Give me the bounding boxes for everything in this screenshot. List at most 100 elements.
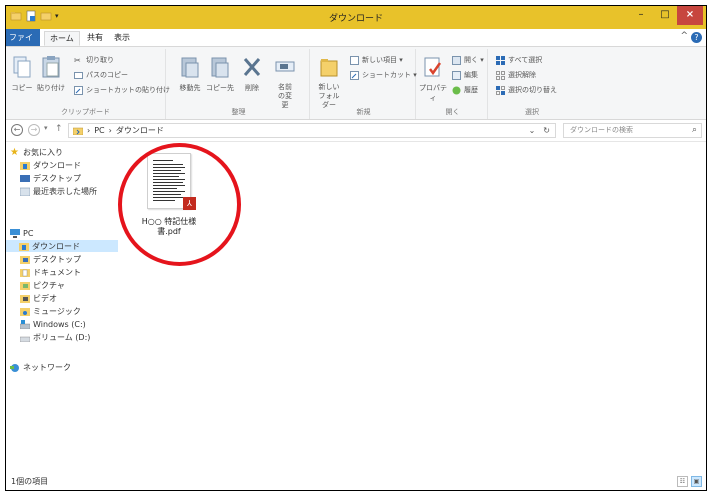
nav-pc-drive-c[interactable]: Windows (C:)	[20, 318, 86, 330]
copy-button[interactable]: コピー	[10, 55, 34, 93]
shortcut-button[interactable]: ショートカット ▾	[350, 70, 417, 80]
nav-pc-pictures[interactable]: ピクチャ	[20, 279, 65, 291]
select-all-button[interactable]: すべて選択	[496, 55, 542, 65]
ribbon-tabs: ファイル ホーム 共有 表示 ^ ?	[6, 29, 706, 59]
nav-fav-desktop[interactable]: デスクトップ	[20, 172, 81, 184]
item-count: 1個の項目	[11, 477, 49, 486]
close-button[interactable]: ×	[677, 6, 703, 25]
copy-to-label: コピー先	[206, 84, 234, 92]
invert-selection-button[interactable]: 選択の切り替え	[496, 85, 557, 95]
navigation-pane: ★ お気に入り ダウンロード デスクトップ 最近表示した場所 PC ダウンロード…	[6, 143, 118, 476]
nav-label: ダウンロード	[33, 160, 81, 170]
back-button[interactable]: ←	[11, 124, 23, 136]
select-none-icon	[496, 70, 505, 80]
rename-button[interactable]: 名前の変更	[268, 55, 302, 110]
nav-pc-desktop[interactable]: デスクトップ	[20, 253, 81, 265]
nav-pc[interactable]: PC	[10, 227, 33, 239]
nav-pc-downloads[interactable]: ダウンロード	[6, 240, 118, 252]
nav-label: ピクチャ	[33, 280, 65, 290]
new-folder-label: 新しいフォルダー	[318, 83, 340, 109]
delete-icon	[243, 58, 261, 76]
tab-file[interactable]: ファイル	[6, 29, 40, 59]
edit-button[interactable]: 編集	[452, 70, 478, 80]
move-to-button[interactable]: 移動先	[176, 55, 204, 93]
paste-button[interactable]: 貼り付け	[36, 55, 66, 93]
nav-fav-downloads[interactable]: ダウンロード	[20, 159, 81, 171]
copy-path-label: パスのコピー	[86, 71, 128, 79]
group-new: 新しいフォルダー 新しい項目 ▾ ショートカット ▾ 新規	[312, 49, 417, 119]
system-drive-icon	[20, 319, 30, 329]
open-button[interactable]: 開く ▾	[452, 55, 484, 65]
nav-label: ドキュメント	[33, 267, 81, 277]
tab-home[interactable]: ホーム	[44, 31, 80, 46]
search-input[interactable]: ダウンロードの検索 ⌕	[563, 123, 702, 138]
nav-pc-documents[interactable]: ドキュメント	[20, 266, 81, 278]
copy-label: コピー	[11, 84, 33, 92]
collapse-ribbon-button[interactable]: ^	[680, 31, 688, 41]
properties-label: プロパティ	[419, 84, 447, 102]
open-group-label: 開く	[445, 108, 460, 116]
paste-label: 貼り付け	[37, 84, 65, 92]
maximize-button[interactable]: □	[654, 6, 676, 25]
group-clipboard: コピー 貼り付け ✂ 切り取り パスのコピー ショートカットの貼り付け クリップ…	[6, 49, 170, 119]
nav-fav-recent[interactable]: 最近表示した場所	[20, 185, 97, 197]
refresh-icon[interactable]: ↻	[543, 126, 550, 135]
forward-button[interactable]: →	[28, 124, 40, 136]
tab-share[interactable]: 共有	[82, 31, 108, 46]
nav-label: デスクトップ	[33, 173, 81, 183]
nav-pc-music[interactable]: ミュージック	[20, 305, 81, 317]
new-folder-button[interactable]: 新しいフォルダー	[314, 55, 344, 110]
tab-view[interactable]: 表示	[109, 31, 135, 46]
nav-network[interactable]: ネットワーク	[10, 361, 71, 373]
star-icon: ★	[10, 146, 19, 158]
cut-label: 切り取り	[86, 56, 114, 64]
new-item-button[interactable]: 新しい項目 ▾	[350, 55, 403, 65]
paste-shortcut-button[interactable]: ショートカットの貼り付け	[74, 85, 170, 95]
breadcrumb-separator: ›	[87, 126, 91, 135]
select-none-button[interactable]: 選択解除	[496, 70, 536, 80]
move-to-label: 移動先	[179, 84, 201, 92]
group-organize: 移動先 コピー先 削除 名前の変更 整理	[168, 49, 310, 119]
explorer-window: ▾ ダウンロード – □ × ファイル ホーム 共有 表示 ^ ? コピー 貼り…	[5, 5, 707, 491]
new-group-label: 新規	[356, 108, 371, 116]
history-label: 履歴	[464, 86, 478, 94]
cut-button[interactable]: ✂ 切り取り	[74, 55, 114, 65]
delete-button[interactable]: 削除	[240, 55, 264, 93]
organize-group-label: 整理	[231, 108, 246, 116]
search-icon[interactable]: ⌕	[692, 124, 697, 137]
select-group-label: 選択	[525, 108, 539, 116]
breadcrumb-pc[interactable]: PC	[94, 126, 104, 135]
delete-label: 削除	[245, 84, 259, 92]
videos-folder-icon	[20, 294, 30, 303]
invert-selection-icon	[496, 85, 505, 95]
nav-pc-drive-d[interactable]: ボリューム (D:)	[20, 331, 90, 343]
path-icon	[74, 71, 83, 79]
details-view-button[interactable]: ☷	[677, 476, 688, 487]
address-bar[interactable]: › PC › ダウンロード ⌄ ↻	[68, 123, 556, 138]
history-button[interactable]: 履歴	[452, 85, 478, 95]
properties-button[interactable]: プロパティ	[418, 55, 448, 103]
nav-pc-label: PC	[23, 228, 34, 238]
up-button[interactable]: ↑	[55, 124, 63, 134]
clipboard-icon	[42, 56, 60, 78]
search-placeholder: ダウンロードの検索	[570, 126, 633, 134]
copy-to-button[interactable]: コピー先	[206, 55, 234, 93]
nav-favorites[interactable]: ★ お気に入り	[10, 146, 63, 158]
help-button[interactable]: ?	[691, 32, 702, 43]
minimize-button[interactable]: –	[630, 6, 652, 25]
large-icons-view-button[interactable]: ▣	[691, 476, 702, 487]
nav-label: ボリューム (D:)	[33, 332, 91, 342]
status-bar: 1個の項目 ☷ ▣	[6, 474, 706, 490]
copy-path-button[interactable]: パスのコピー	[74, 70, 128, 80]
address-dropdown-icon[interactable]: ⌄	[529, 126, 536, 135]
scissors-icon: ✂	[74, 55, 81, 65]
highlight-circle	[118, 143, 241, 266]
nav-pc-videos[interactable]: ビデオ	[20, 292, 57, 304]
nav-label: ダウンロード	[32, 241, 80, 251]
file-list: ⅄ H○○ 特記仕様 書.pdf	[118, 143, 706, 476]
downloads-folder-icon	[19, 242, 29, 251]
recent-locations-button[interactable]: ▾	[44, 124, 48, 132]
open-label: 開く ▾	[464, 56, 484, 64]
breadcrumb-downloads[interactable]: ダウンロード	[116, 125, 164, 136]
rename-label: 名前の変更	[278, 83, 292, 109]
